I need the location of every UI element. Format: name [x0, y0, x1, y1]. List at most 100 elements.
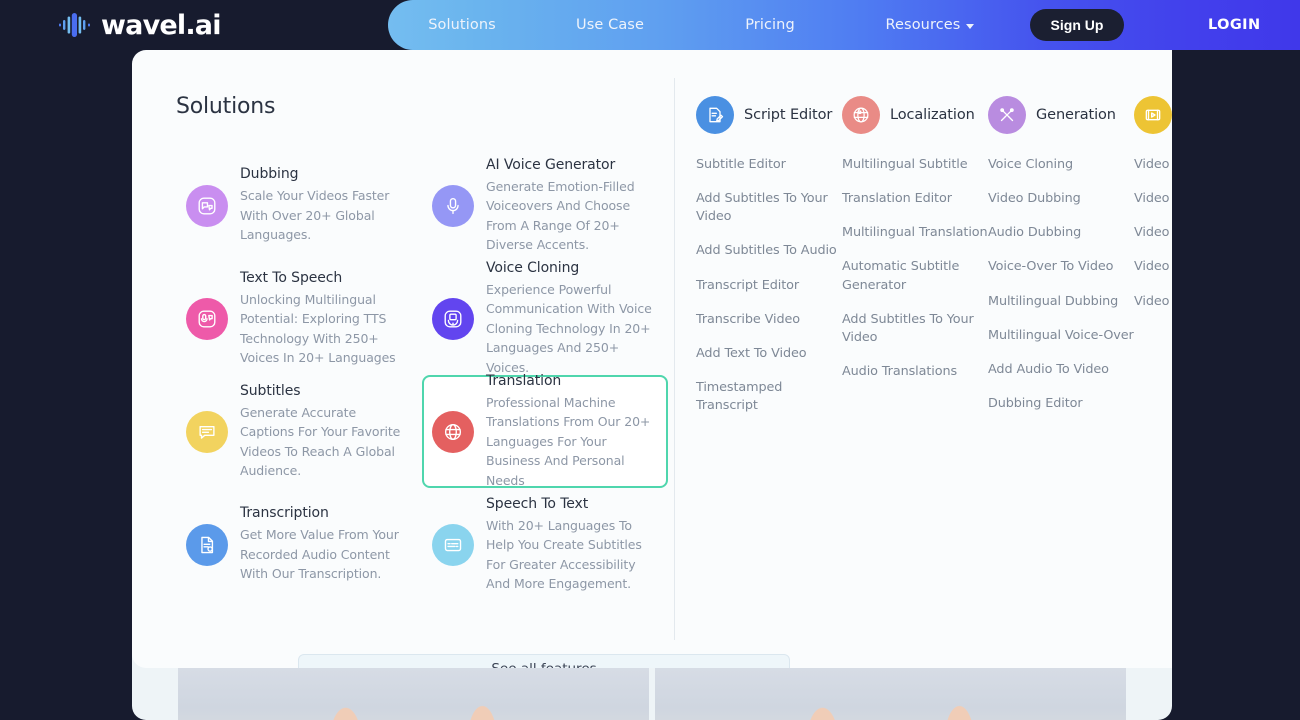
nav-links: Solutions Use Case Pricing Resources Sig…	[388, 9, 1300, 41]
menu-link[interactable]: Video Dubbing	[988, 190, 1134, 208]
nav-item-solutions[interactable]: Solutions	[394, 17, 530, 33]
menu-column-header[interactable]: Generation	[988, 94, 1134, 136]
brand-name: wavel.ai	[101, 9, 221, 41]
menu-column-header[interactable]: Localization	[842, 94, 988, 136]
nav-item-use-case[interactable]: Use Case	[530, 17, 690, 33]
solution-description: Scale Your Videos Faster With Over 20+ G…	[240, 188, 390, 243]
menu-link[interactable]: Video C	[1134, 293, 1172, 311]
solution-card-dubbing[interactable]: Dubbing Scale Your Videos Faster With Ov…	[176, 149, 422, 262]
globe-translate-icon	[432, 410, 474, 453]
solution-description: Professional Machine Translations From O…	[486, 395, 651, 488]
solutions-mega-menu: Solutions Dubbing Scale Your Videos Fast…	[132, 50, 1172, 668]
solution-description: Unlocking Multilingual Potential: Explor…	[240, 291, 396, 365]
solution-title: Translation	[486, 373, 562, 390]
menu-link[interactable]: Translation Editor	[842, 190, 988, 208]
solution-description: Generate Emotion-Filled Voiceovers And C…	[486, 178, 635, 252]
menu-link[interactable]: Subtitle Editor	[696, 156, 842, 174]
menu-column-links: Subtitle Editor Add Subtitles To Your Vi…	[696, 156, 842, 431]
menu-column-links: Multilingual Subtitle Translation Editor…	[842, 156, 988, 397]
menu-link[interactable]: Add Audio To Video	[988, 361, 1134, 379]
menu-column-title: Localization	[890, 107, 975, 123]
menu-link[interactable]: Video Tr	[1134, 190, 1172, 208]
solution-title: Dubbing	[240, 166, 299, 183]
mega-menu-right-panel: Script Editor Subtitle Editor Add Subtit…	[674, 50, 1172, 668]
solutions-grid: Dubbing Scale Your Videos Faster With Ov…	[176, 149, 674, 601]
menu-link[interactable]: Video R	[1134, 224, 1172, 242]
menu-link[interactable]: Video R	[1134, 258, 1172, 276]
menu-link[interactable]: Add Text To Video	[696, 345, 842, 363]
menu-link[interactable]: Voice Cloning	[988, 156, 1134, 174]
menu-link[interactable]: Timestamped Transcript	[696, 379, 842, 415]
solution-body: Translation Professional Machine Transla…	[486, 373, 654, 490]
waveform-logo-icon	[59, 13, 90, 37]
panel-divider	[674, 78, 675, 640]
solution-card-text-to-speech[interactable]: Text To Speech Unlocking Multilingual Po…	[176, 262, 422, 375]
hero-video-row: hola a todos soy andres	[178, 660, 1126, 720]
menu-column-script-editor: Script Editor Subtitle Editor Add Subtit…	[696, 94, 842, 668]
voice-clone-icon	[432, 297, 474, 340]
menu-link[interactable]: Audio Dubbing	[988, 224, 1134, 242]
brand-logo[interactable]: wavel.ai	[58, 7, 221, 43]
solution-title: Text To Speech	[240, 269, 343, 286]
solution-title: Speech To Text	[486, 495, 589, 512]
solution-body: Dubbing Scale Your Videos Faster With Ov…	[240, 166, 408, 244]
nav-item-resources[interactable]: Resources	[850, 17, 1010, 33]
menu-column-generation: Generation Voice Cloning Video Dubbing A…	[988, 94, 1134, 668]
solution-body: Text To Speech Unlocking Multilingual Po…	[240, 270, 408, 368]
solution-card-transcription[interactable]: Transcription Get More Value From Your R…	[176, 488, 422, 601]
solution-description: Generate Accurate Captions For Your Favo…	[240, 404, 401, 478]
menu-link[interactable]: Add Subtitles To Your Video	[696, 190, 842, 226]
menu-link[interactable]: Video C	[1134, 156, 1172, 174]
sign-up-button[interactable]: Sign Up	[1030, 9, 1124, 41]
caption-bubble-icon	[186, 410, 228, 453]
solution-title: AI Voice Generator	[486, 156, 616, 173]
hero-person-left-image	[318, 660, 509, 720]
menu-column-header[interactable]	[1134, 94, 1172, 136]
tools-cross-icon	[988, 96, 1026, 134]
mega-menu-left-panel: Solutions Dubbing Scale Your Videos Fast…	[132, 50, 674, 668]
solution-card-ai-voice-generator[interactable]: AI Voice Generator Generate Emotion-Fill…	[422, 149, 668, 262]
solution-title: Voice Cloning	[486, 260, 580, 277]
hero-video-right: hola a todos soy andres	[655, 660, 1126, 720]
menu-link[interactable]: Automatic Subtitle Generator	[842, 258, 988, 294]
nav-pill: Solutions Use Case Pricing Resources Sig…	[388, 0, 1300, 50]
solution-description: Experience Powerful Communication With V…	[486, 282, 652, 375]
see-all-features-button[interactable]: See all features	[298, 654, 790, 668]
menu-link[interactable]: Multilingual Dubbing	[988, 293, 1134, 311]
menu-link[interactable]: Dubbing Editor	[988, 395, 1134, 413]
menu-link[interactable]: Multilingual Subtitle	[842, 156, 988, 174]
top-navbar: wavel.ai Solutions Use Case Pricing Reso…	[0, 0, 1300, 50]
menu-column-title: Generation	[1036, 107, 1116, 123]
menu-link[interactable]: Add Subtitles To Audio	[696, 242, 842, 260]
menu-column-header[interactable]: Script Editor	[696, 94, 842, 136]
page-root: hola a todos soy andres Solutions	[0, 0, 1300, 720]
solution-card-voice-cloning[interactable]: Voice Cloning Experience Powerful Commun…	[422, 260, 668, 375]
menu-link[interactable]: Transcript Editor	[696, 277, 842, 295]
menu-link[interactable]: Multilingual Voice-Over	[988, 327, 1134, 345]
menu-column-video: Video C Video Tr Video R Video R Video C	[1134, 94, 1172, 668]
solution-title: Transcription	[240, 505, 329, 522]
menu-column-links: Voice Cloning Video Dubbing Audio Dubbin…	[988, 156, 1134, 429]
solution-body: Transcription Get More Value From Your R…	[240, 505, 408, 583]
login-link[interactable]: LOGIN	[1208, 17, 1260, 33]
dubbing-chat-icon	[186, 184, 228, 227]
solution-card-speech-to-text[interactable]: Speech To Text With 20+ Languages To Hel…	[422, 488, 668, 601]
menu-link[interactable]: Multilingual Translation	[842, 224, 988, 242]
nav-item-pricing[interactable]: Pricing	[690, 17, 850, 33]
video-play-icon	[1134, 96, 1172, 134]
menu-link[interactable]: Voice-Over To Video	[988, 258, 1134, 276]
solution-card-translation[interactable]: Translation Professional Machine Transla…	[422, 373, 668, 490]
menu-link[interactable]: Transcribe Video	[696, 311, 842, 329]
nav-item-resources-label: Resources	[885, 17, 961, 33]
solution-body: Speech To Text With 20+ Languages To Hel…	[486, 496, 654, 594]
menu-link[interactable]: Add Subtitles To Your Video	[842, 311, 988, 347]
menu-link[interactable]: Audio Translations	[842, 363, 988, 381]
chevron-down-icon	[966, 23, 975, 29]
script-editor-icon	[696, 96, 734, 134]
hero-person-right-image	[795, 660, 986, 720]
solution-title: Subtitles	[240, 382, 301, 399]
menu-column-title: Script Editor	[744, 107, 833, 123]
solution-description: Get More Value From Your Recorded Audio …	[240, 527, 399, 582]
solution-card-subtitles[interactable]: Subtitles Generate Accurate Captions For…	[176, 375, 422, 488]
localization-globe-icon	[842, 96, 880, 134]
